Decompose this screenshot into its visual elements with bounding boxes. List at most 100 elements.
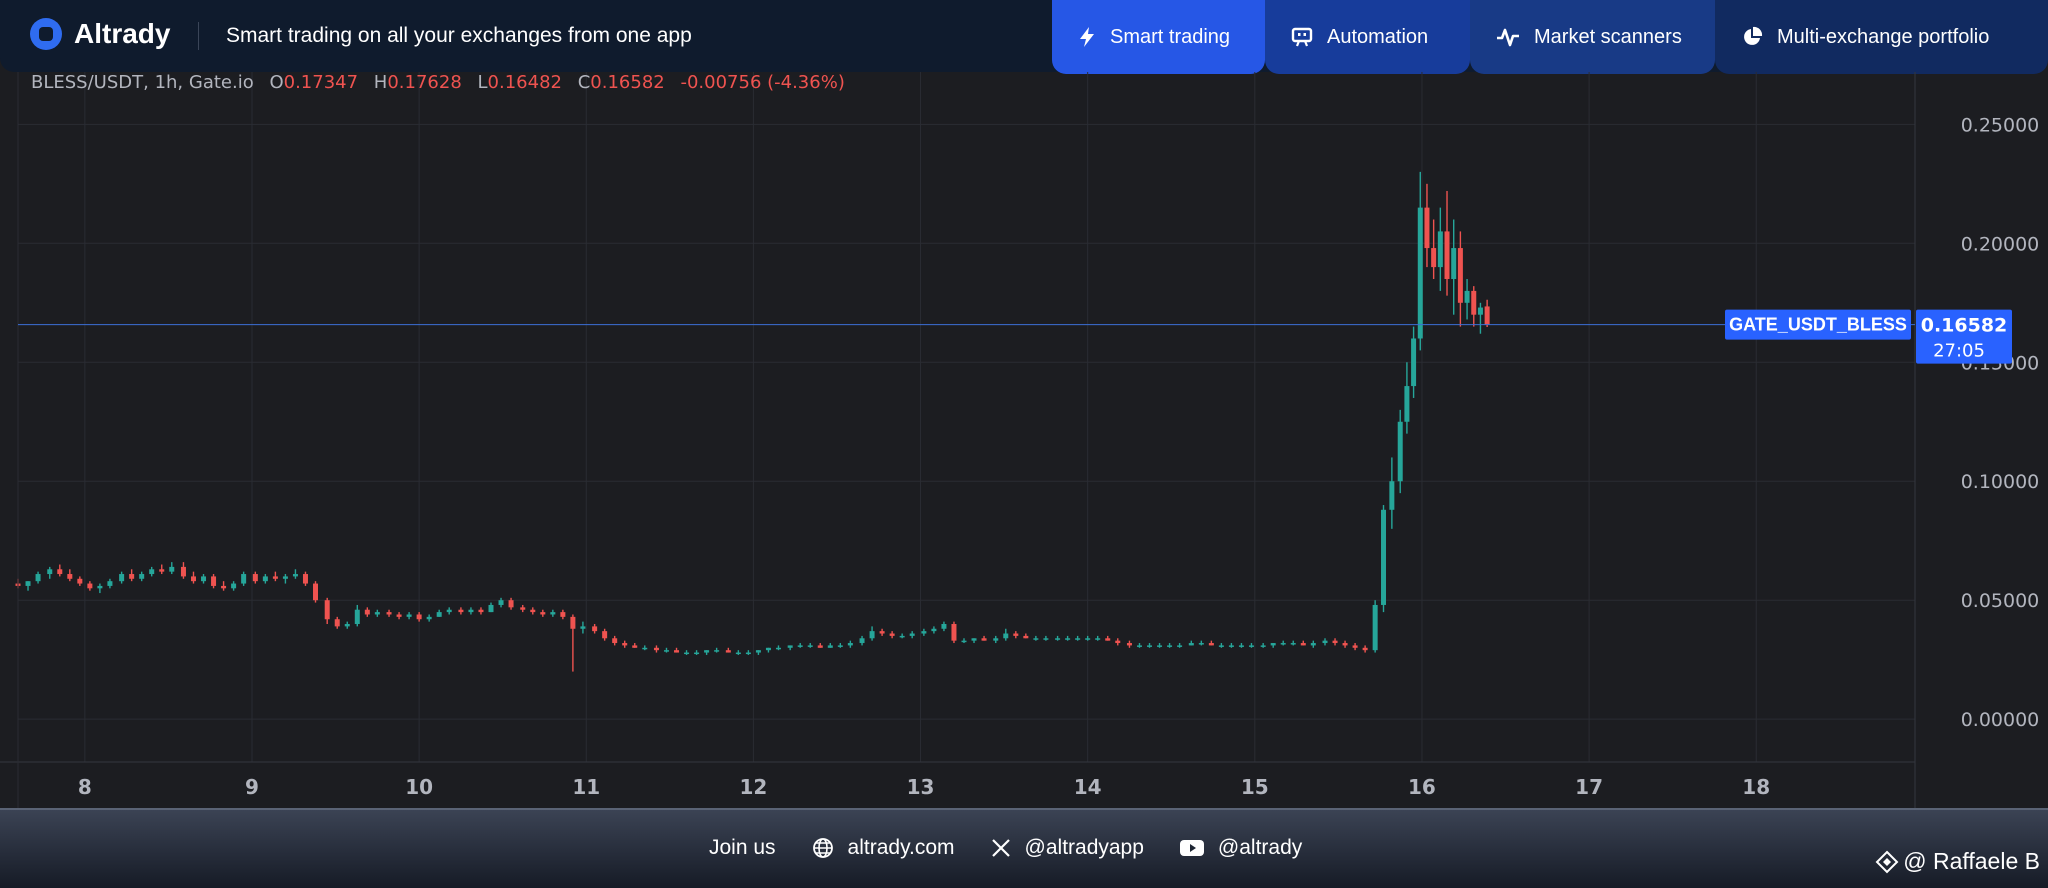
brand[interactable]: Altrady — [30, 18, 170, 50]
twitter-link[interactable]: @altradyapp — [991, 836, 1144, 860]
candle-body — [1136, 645, 1142, 647]
candle-body — [1248, 645, 1254, 647]
candle-body — [1332, 640, 1338, 644]
candle-body — [663, 650, 669, 652]
candle-body — [981, 638, 987, 641]
join-label: Join us — [709, 836, 776, 859]
open-label: O — [269, 72, 284, 93]
candle-body — [520, 607, 526, 610]
candle-body — [262, 576, 268, 582]
candlestick-chart[interactable]: 0.000000.050000.100000.150000.200000.250… — [0, 72, 2048, 808]
candle-body — [1013, 633, 1019, 636]
high-value: 0.17628 — [387, 72, 462, 93]
candle-body — [324, 600, 330, 620]
tab-automation[interactable]: Automation — [1265, 0, 1470, 74]
candle-body — [1404, 386, 1410, 422]
price-tick-label: 0.00000 — [1961, 709, 2040, 731]
candle-body — [684, 652, 690, 655]
candle-body — [735, 652, 741, 655]
candle-body — [755, 650, 761, 653]
tab-multi-exchange-portfolio[interactable]: Multi-exchange portfolio — [1715, 0, 2048, 74]
chart-area[interactable]: 0.000000.050000.100000.150000.200000.250… — [0, 72, 2048, 808]
candle-body — [869, 631, 875, 639]
candle-body — [1322, 640, 1328, 644]
tab-smart-trading[interactable]: Smart trading — [1052, 0, 1265, 74]
candle-body — [426, 616, 432, 620]
candle-body — [1372, 604, 1378, 651]
candle-body — [1444, 231, 1450, 279]
candle-body — [1397, 421, 1403, 482]
candle-body — [879, 631, 885, 634]
price-tick-label: 0.05000 — [1961, 590, 2040, 612]
candle-body — [1065, 638, 1071, 640]
candle-body — [993, 638, 999, 641]
header-divider — [198, 22, 199, 50]
candle-body — [817, 645, 823, 648]
candle-body — [1208, 643, 1214, 646]
candle-body — [1477, 307, 1483, 315]
candle-body — [1055, 638, 1061, 640]
lightning-icon — [1080, 27, 1094, 47]
candle-body — [211, 576, 217, 586]
candle-body — [35, 574, 41, 582]
candle-body — [889, 633, 895, 636]
candle-body — [899, 635, 905, 638]
candle-body — [530, 609, 536, 613]
candle-body — [354, 609, 360, 624]
time-tick-label: 12 — [739, 775, 767, 799]
candle-body — [1464, 290, 1470, 303]
candle-body — [951, 624, 957, 641]
candle-body — [1188, 643, 1194, 646]
candle-body — [1167, 645, 1173, 647]
candle-body — [1075, 638, 1081, 640]
high-label: H — [373, 72, 388, 93]
candle-body — [231, 583, 237, 589]
candle-body — [971, 638, 977, 641]
time-tick-label: 13 — [907, 775, 935, 799]
candle-body — [1085, 638, 1091, 640]
symbol-tag-label: GATE_USDT_BLESS — [1729, 315, 1907, 335]
candle-body — [292, 574, 298, 577]
candle-body — [1023, 635, 1029, 639]
candle-body — [1105, 638, 1111, 641]
candle-body — [201, 576, 207, 582]
footer: Join us altrady.com @altradyapp @altrady… — [0, 808, 2048, 888]
tab-market-scanners[interactable]: Market scanners — [1470, 0, 1715, 74]
youtube-link[interactable]: @altrady — [1179, 836, 1302, 860]
candle-body — [396, 614, 402, 617]
time-tick-label: 14 — [1074, 775, 1102, 799]
candle-body — [1457, 248, 1463, 303]
candle-body — [139, 574, 145, 579]
grid-lines — [18, 72, 1915, 762]
candle-body — [416, 614, 422, 620]
candle-body — [1300, 643, 1306, 646]
candle-body — [252, 574, 258, 582]
candle-body — [765, 647, 771, 651]
candle-body — [1424, 207, 1430, 249]
candle-body — [272, 576, 278, 579]
candle-body — [488, 604, 494, 613]
candle-body — [1417, 207, 1423, 339]
candle-body — [180, 566, 186, 577]
candle-body — [1352, 645, 1358, 648]
candle-body — [592, 626, 598, 632]
candle-body — [632, 645, 638, 648]
candle-body — [921, 631, 927, 634]
website-link[interactable]: altrady.com — [812, 836, 955, 860]
candle-body — [1228, 645, 1234, 647]
watermark-text: @ Raffaele B — [1903, 848, 2040, 874]
candle-body — [77, 578, 83, 584]
candle-body — [149, 569, 155, 575]
axes: 0.000000.050000.100000.150000.200000.250… — [0, 72, 2039, 808]
time-tick-label: 10 — [405, 775, 433, 799]
candle-body — [941, 624, 947, 629]
brand-name: Altrady — [74, 18, 171, 49]
pie-chart-icon — [1744, 26, 1763, 45]
candle-body — [1389, 481, 1395, 510]
candle-body — [837, 645, 843, 647]
candle-body — [787, 645, 793, 648]
candle-body — [775, 647, 781, 650]
candle-body — [1238, 645, 1244, 647]
candle-body — [1147, 645, 1153, 647]
candle-body — [704, 650, 710, 653]
